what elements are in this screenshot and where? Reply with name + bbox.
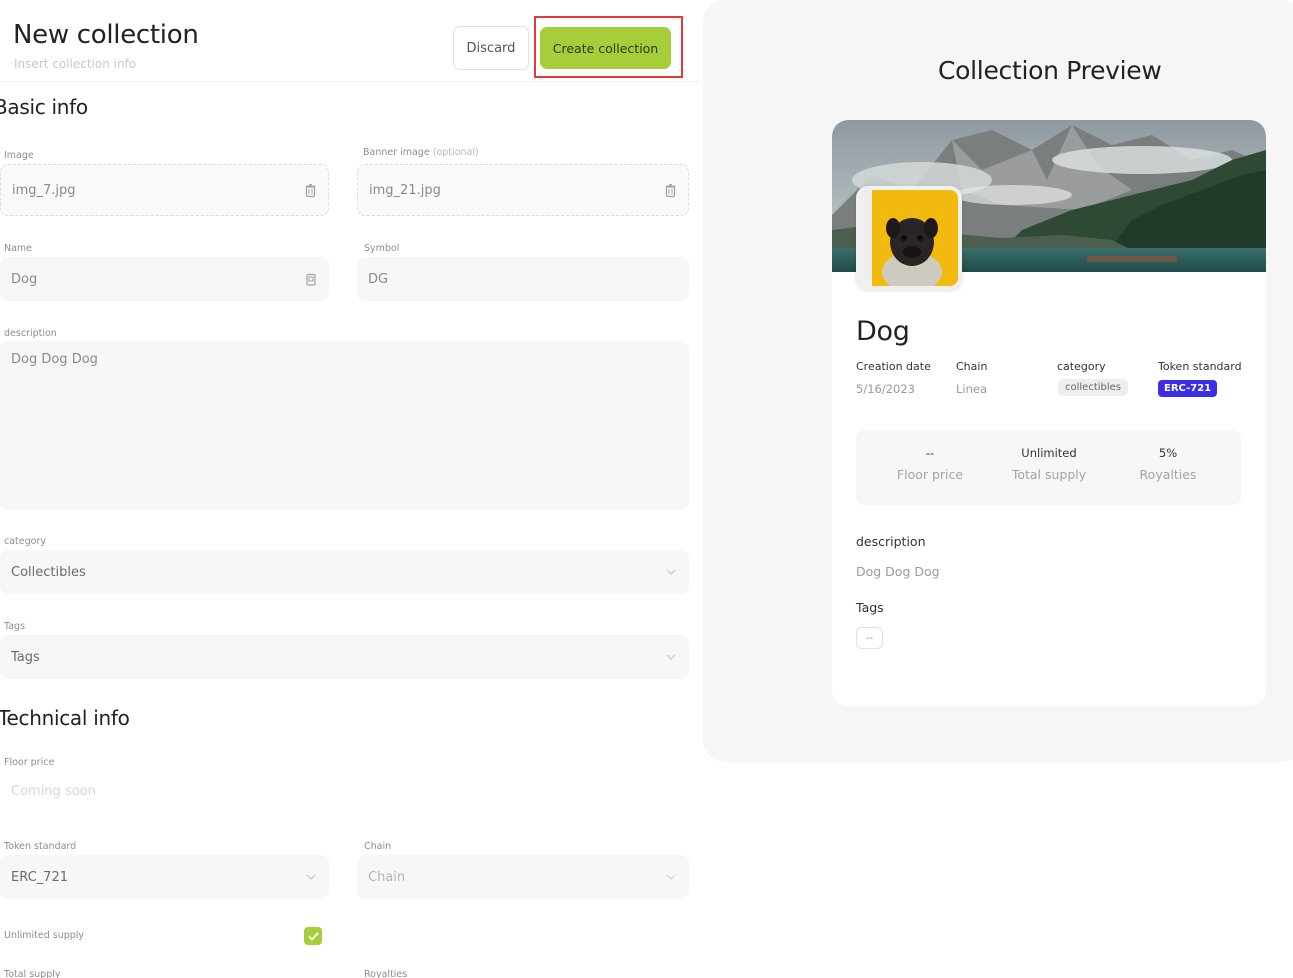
stat-value: 5% (1158, 446, 1178, 460)
symbol-value: DG (368, 271, 389, 287)
trash-icon[interactable] (663, 183, 677, 197)
create-collection-button[interactable]: Create collection (540, 27, 671, 69)
tags-select[interactable]: Tags (0, 635, 689, 679)
description-textarea[interactable]: Dog Dog Dog (0, 341, 689, 510)
tags-label: Tags (4, 621, 26, 632)
creation-date-value: 5/16/2023 (856, 382, 915, 396)
floor-price-placeholder: Coming soon (11, 784, 96, 799)
preview-tag-chip: -- (856, 627, 883, 649)
name-label: Name (4, 243, 33, 254)
stat-value: -- (925, 446, 935, 460)
collection-avatar (856, 186, 962, 290)
chain-select[interactable]: Chain (357, 855, 689, 899)
preview-description-value: Dog Dog Dog (856, 564, 940, 579)
chevron-down-icon (664, 870, 678, 884)
royalties-label: Royalties (364, 969, 408, 978)
preview-description-label: description (856, 534, 926, 549)
image-filename: img_7.jpg (12, 182, 76, 198)
unlimited-supply-checkbox[interactable] (304, 927, 322, 945)
name-input[interactable]: Dog (0, 257, 329, 301)
collection-preview-card: Dog Creation date 5/16/2023 Chain Linea … (832, 120, 1266, 706)
stat-royalties: 5% Royalties (1108, 446, 1228, 482)
category-badge: collectibles (1058, 379, 1129, 396)
category-label: category (4, 536, 46, 547)
floor-price-label: Floor price (4, 757, 55, 768)
check-icon (307, 931, 319, 941)
category-meta-label: category (1057, 360, 1106, 373)
stat-floor-price: -- Floor price (870, 446, 990, 482)
image-upload-field[interactable]: img_7.jpg (0, 164, 329, 216)
symbol-input[interactable]: DG (357, 257, 689, 301)
description-value: Dog Dog Dog (11, 352, 98, 367)
unlimited-supply-label: Unlimited supply (4, 930, 85, 941)
chevron-down-icon (664, 650, 678, 664)
total-supply-label: Total supply (4, 969, 61, 978)
chain-meta-label: Chain (956, 360, 988, 373)
banner-label-text: Banner image (363, 147, 430, 158)
banner-label: Banner image (optional) (363, 147, 479, 158)
token-standard-label: Token standard (4, 841, 77, 852)
stat-label: Floor price (896, 467, 964, 482)
chevron-down-icon (304, 870, 318, 884)
tags-value: Tags (11, 649, 40, 665)
banner-filename: img_21.jpg (369, 182, 441, 198)
banner-optional-text: (optional) (432, 147, 479, 158)
chain-value: Chain (368, 869, 406, 885)
stat-total-supply: Unlimited Total supply (989, 446, 1109, 482)
preview-tags-label: Tags (856, 600, 884, 615)
clipboard-icon (304, 272, 318, 286)
stat-value: Unlimited (1021, 446, 1077, 460)
page-subtitle: Insert collection info (14, 57, 137, 71)
chain-label: Chain (364, 841, 392, 852)
banner-upload-field[interactable]: img_21.jpg (357, 164, 689, 216)
chevron-down-icon (664, 565, 678, 579)
token-standard-select[interactable]: ERC_721 (0, 855, 329, 899)
trash-icon[interactable] (303, 183, 317, 197)
technical-info-heading: Technical info (0, 706, 130, 730)
stat-label: Total supply (1011, 467, 1087, 482)
image-label: Image (4, 150, 34, 161)
description-label: description (4, 328, 57, 339)
symbol-label: Symbol (364, 243, 400, 254)
category-value: Collectibles (11, 564, 86, 580)
collection-name: Dog (856, 316, 910, 347)
stat-label: Royalties (1139, 467, 1197, 482)
token-standard-meta-label: Token standard (1158, 360, 1242, 373)
token-standard-value: ERC_721 (11, 869, 68, 885)
name-value: Dog (11, 271, 38, 287)
discard-button[interactable]: Discard (453, 26, 529, 70)
preview-title: Collection Preview (938, 56, 1162, 85)
page-title: New collection (13, 20, 199, 50)
category-select[interactable]: Collectibles (0, 550, 689, 594)
chain-meta-value: Linea (956, 382, 988, 396)
stats-box: -- Floor price Unlimited Total supply 5%… (856, 430, 1241, 505)
creation-date-label: Creation date (856, 360, 931, 373)
token-standard-badge: ERC-721 (1158, 380, 1218, 397)
collection-form: New collection Insert collection info Di… (0, 0, 700, 978)
basic-info-heading: Basic info (0, 95, 88, 119)
form-header: New collection Insert collection info Di… (0, 0, 700, 82)
